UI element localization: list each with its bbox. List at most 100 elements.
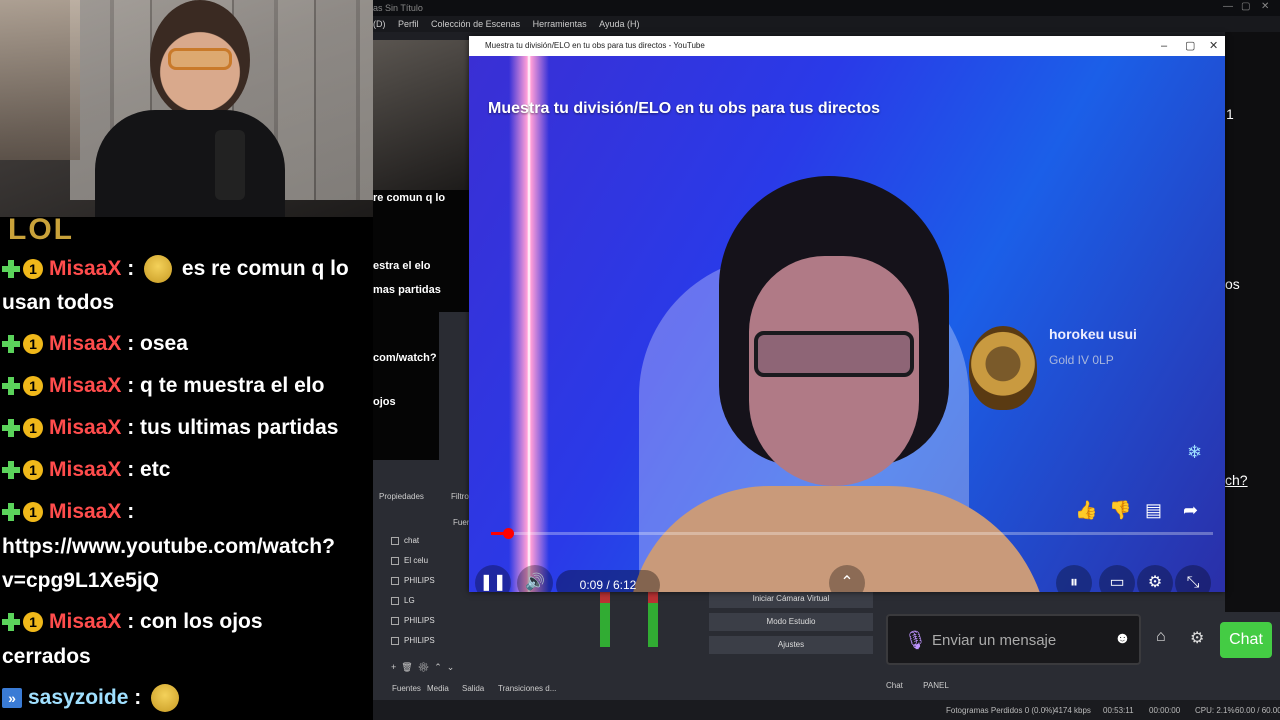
source-item[interactable]: PHILIPS [391, 612, 551, 630]
chat-input-box[interactable]: 🎙 ☻ [886, 614, 1141, 665]
plus-badge-icon [2, 335, 20, 354]
chat-link-text: https://www.youtube.com/watch? [2, 535, 335, 558]
lol-emote: LOL [8, 217, 74, 246]
tab-properties[interactable]: Propiedades [379, 492, 424, 501]
chat-username: MisaaX [49, 458, 122, 481]
audio-meter [648, 592, 658, 647]
rank-tier: Gold IV 0LP [1049, 353, 1114, 367]
menu-item[interactable]: (D) [373, 16, 386, 32]
obs-menu-bar: (D) Perfil Colección de Escenas Herramie… [373, 16, 1280, 32]
sub-badge-icon: 1 [23, 334, 43, 355]
comment-icon[interactable]: ▤ [1145, 500, 1162, 521]
share-icon[interactable]: ➦ [1183, 500, 1198, 521]
chat-send-button[interactable]: Chat [1220, 622, 1272, 658]
chat-overlay: LOL 1 MisaaX : es re comun q lo usan todo… [0, 217, 373, 720]
tab-filters[interactable]: Filtro [451, 492, 469, 501]
summoner-name: horokeu usui [1049, 326, 1137, 342]
minimize-icon[interactable]: — [1223, 1, 1233, 12]
start-virtual-camera-button[interactable]: Iniciar Cámara Virtual [709, 590, 873, 608]
obs-title-bar: as Sin Título — ▢ ✕ [373, 0, 1280, 16]
exit-fullscreen-icon[interactable]: ⤡ [1175, 565, 1211, 592]
gear-icon[interactable]: ⚙ [418, 662, 429, 672]
chat-username: MisaaX [49, 610, 122, 633]
window-title: Muestra tu división/ELO en tu obs para t… [485, 41, 705, 50]
microphone-icon[interactable]: 🎙 [904, 630, 927, 651]
microphone [215, 130, 245, 200]
source-toolbar: + 🗑 ⚙ ⌃ ⌄ [391, 662, 454, 673]
move-up-icon[interactable]: ⌃ [434, 662, 442, 672]
plus-badge-icon [2, 419, 20, 438]
chat-text: osea [140, 332, 188, 355]
dislike-icon[interactable]: 👎 [1109, 500, 1131, 521]
add-icon[interactable]: + [391, 662, 396, 672]
preview-text: re comun q lo [373, 192, 446, 204]
rank-emblem-icon [969, 326, 1037, 410]
menu-item[interactable]: Herramientas [533, 16, 587, 32]
wall-poster [0, 0, 80, 160]
emoji-icon[interactable]: ☻ [1114, 630, 1131, 648]
gear-icon[interactable]: ⚙ [1190, 628, 1204, 648]
chat-username: MisaaX [49, 416, 122, 439]
delete-icon[interactable]: 🗑 [401, 662, 412, 672]
captions-icon[interactable]: ▭ [1099, 565, 1135, 592]
tab-output[interactable]: Salida [462, 684, 484, 693]
source-label: PHILIPS [404, 636, 435, 645]
store-icon[interactable]: ⌂ [1156, 628, 1166, 646]
settings-gear-icon[interactable]: ⚙ [1137, 565, 1173, 592]
plus-badge-icon [2, 461, 20, 480]
obs-title: as Sin Título [373, 3, 423, 13]
audio-meter [600, 592, 610, 647]
video-player[interactable]: Muestra tu división/ELO en tu obs para t… [469, 56, 1225, 592]
chat-message: 1 MisaaX : [2, 495, 134, 529]
source-label: El celu [404, 556, 429, 565]
plus-badge-icon [2, 260, 20, 279]
maximize-icon[interactable]: ▢ [1185, 36, 1195, 56]
source-label: LG [404, 596, 415, 605]
source-item[interactable]: LG [391, 592, 551, 610]
prime-badge-icon: » [2, 688, 22, 709]
sub-badge-icon: 1 [23, 376, 43, 397]
chat-text: etc [140, 458, 171, 481]
pause-button[interactable]: ❚❚ [475, 565, 511, 592]
source-item[interactable]: PHILIPS [391, 632, 551, 650]
tab-panel[interactable]: PANEL [923, 681, 949, 690]
partial-link[interactable]: ch? [1225, 472, 1248, 488]
chat-message: 1 MisaaX : etc [2, 453, 170, 487]
chat-username: sasyzoide [28, 686, 129, 709]
maximize-icon[interactable]: ▢ [1241, 1, 1250, 12]
menu-item[interactable]: Ayuda (H) [599, 16, 639, 32]
move-down-icon[interactable]: ⌄ [447, 662, 455, 672]
tab-sources[interactable]: Fuentes [392, 684, 421, 693]
chat-message-input[interactable] [932, 628, 1102, 652]
studio-mode-button[interactable]: Modo Estudio [709, 613, 873, 631]
source-type-icon [391, 536, 399, 545]
youtube-popup-window: Muestra tu división/ELO en tu obs para t… [469, 36, 1225, 592]
settings-button[interactable]: Ajustes [709, 636, 873, 654]
sub-badge-icon: 1 [23, 418, 43, 439]
source-label: PHILIPS [404, 616, 435, 625]
menu-item[interactable]: Perfil [398, 16, 419, 32]
tab-media[interactable]: Media [427, 684, 449, 693]
source-type-icon [391, 576, 399, 585]
chat-message: 1 MisaaX : con los ojos [2, 605, 263, 639]
autoplay-toggle[interactable]: ⏸ [1056, 565, 1092, 592]
chat-tabs: Chat PANEL [886, 681, 967, 690]
source-label: chat [404, 536, 420, 545]
close-icon[interactable]: ✕ [1261, 1, 1269, 12]
like-icon[interactable]: 👍 [1075, 500, 1097, 521]
video-title[interactable]: Muestra tu división/ELO en tu obs para t… [488, 100, 880, 118]
menu-item[interactable]: Colección de Escenas [431, 16, 520, 32]
chat-link-text: v=cpg9L1Xe5jQ [2, 569, 159, 592]
tab-chat[interactable]: Chat [886, 681, 903, 690]
chat-text: tus ultimas partidas [140, 416, 339, 439]
source-label: PHILIPS [404, 576, 435, 585]
shocked-emote-icon [144, 255, 173, 284]
progress-bar[interactable] [491, 528, 1213, 539]
source-type-icon [391, 616, 399, 625]
close-icon[interactable]: ✕ [1209, 36, 1218, 56]
preview-text: ojos [373, 396, 396, 408]
minimize-icon[interactable]: – [1161, 36, 1167, 56]
time-display: 0:09 / 6:12 [556, 570, 660, 592]
cpu-usage: CPU: 2.1% [1195, 706, 1235, 715]
tab-transitions[interactable]: Transiciones d... [498, 684, 556, 693]
